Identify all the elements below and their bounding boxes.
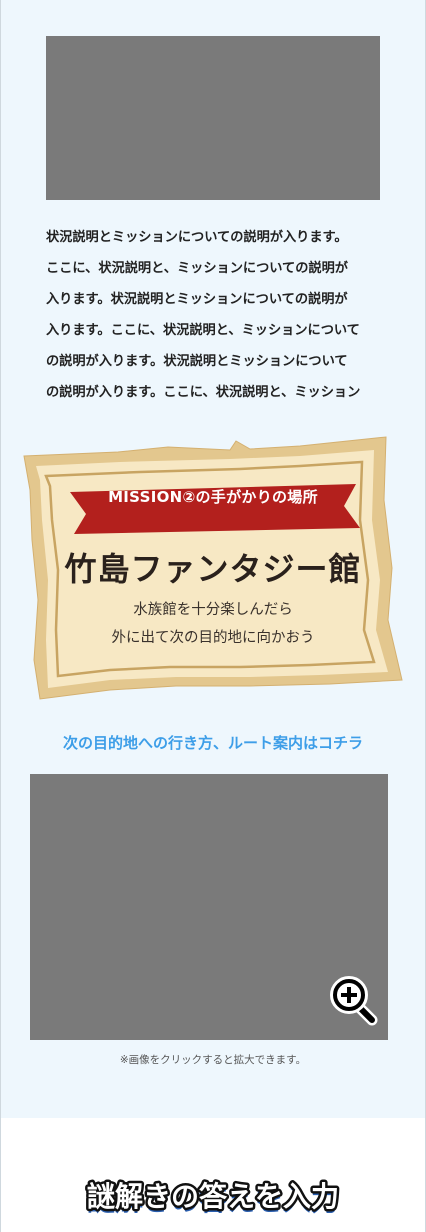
map-click-note: ※画像をクリックすると拡大できます。 <box>119 1054 307 1066</box>
map-image[interactable] <box>30 774 388 1040</box>
mission-ribbon-label: MISSION②の手がかりの場所 <box>108 488 318 506</box>
mission-hint-line-1: 水族館を十分楽しんだら <box>133 602 293 618</box>
route-guide-link[interactable]: 次の目的地への行き方、ルート案内はコチラ <box>0 732 426 753</box>
mission-hint-line-2: 外に出て次の目的地に向かおう <box>111 630 315 646</box>
answer-heading-text: 謎解きの答えを入力 <box>87 1180 339 1213</box>
mission-place-name: 竹島ファンタジー館 <box>64 550 362 588</box>
answer-input-heading: 謎解きの答えを入力 謎解きの答えを入力 <box>84 1178 341 1217</box>
zoom-in-icon[interactable] <box>328 974 378 1026</box>
